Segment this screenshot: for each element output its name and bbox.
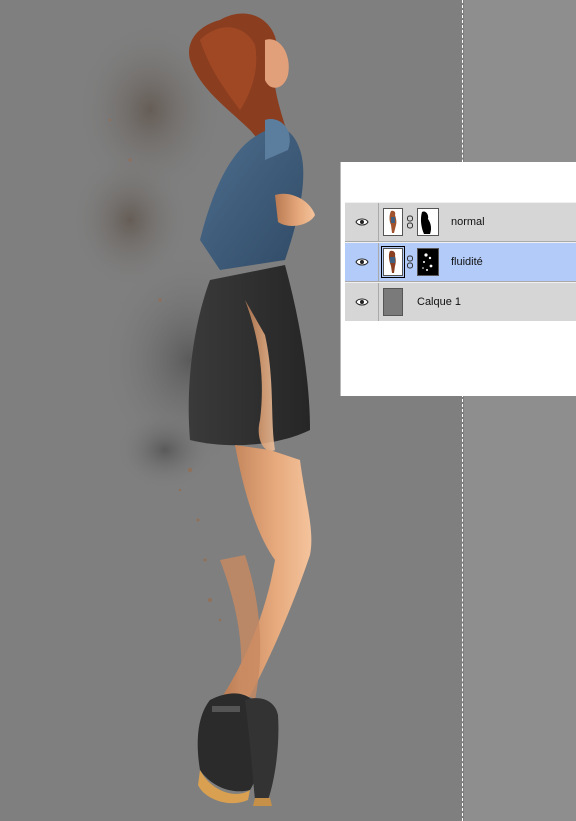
layer-row-calque-1[interactable]: Calque 1 bbox=[345, 282, 576, 322]
visibility-toggle[interactable] bbox=[345, 243, 379, 281]
layer-row-normal[interactable]: normal bbox=[345, 202, 576, 242]
layer-thumbnail[interactable] bbox=[381, 246, 405, 278]
layers-list: normal fluidité Calque 1 bbox=[345, 202, 576, 322]
layer-name[interactable]: normal bbox=[451, 216, 485, 228]
panel-header-area bbox=[341, 162, 576, 202]
layer-mask-thumbnail[interactable] bbox=[417, 208, 439, 236]
visibility-toggle[interactable] bbox=[345, 283, 379, 321]
layer-mask-thumbnail[interactable] bbox=[417, 248, 439, 276]
chain-link-icon[interactable] bbox=[405, 215, 415, 229]
layers-panel: normal fluidité Calque 1 bbox=[340, 162, 576, 396]
chain-link-icon[interactable] bbox=[405, 255, 415, 269]
layer-thumbnail[interactable] bbox=[383, 288, 403, 316]
layer-row-fluidite[interactable]: fluidité bbox=[345, 242, 576, 282]
eye-icon bbox=[354, 298, 369, 306]
photo-figure bbox=[70, 13, 315, 806]
eye-icon bbox=[354, 258, 369, 266]
canvas-edge-guide bbox=[462, 0, 463, 821]
panel-empty-area bbox=[345, 321, 576, 396]
eye-icon bbox=[354, 218, 369, 226]
visibility-toggle[interactable] bbox=[345, 203, 379, 241]
layer-thumbnail[interactable] bbox=[383, 208, 403, 236]
layer-name[interactable]: Calque 1 bbox=[417, 296, 461, 308]
layer-name[interactable]: fluidité bbox=[451, 256, 483, 268]
pasteboard-area bbox=[464, 0, 576, 821]
